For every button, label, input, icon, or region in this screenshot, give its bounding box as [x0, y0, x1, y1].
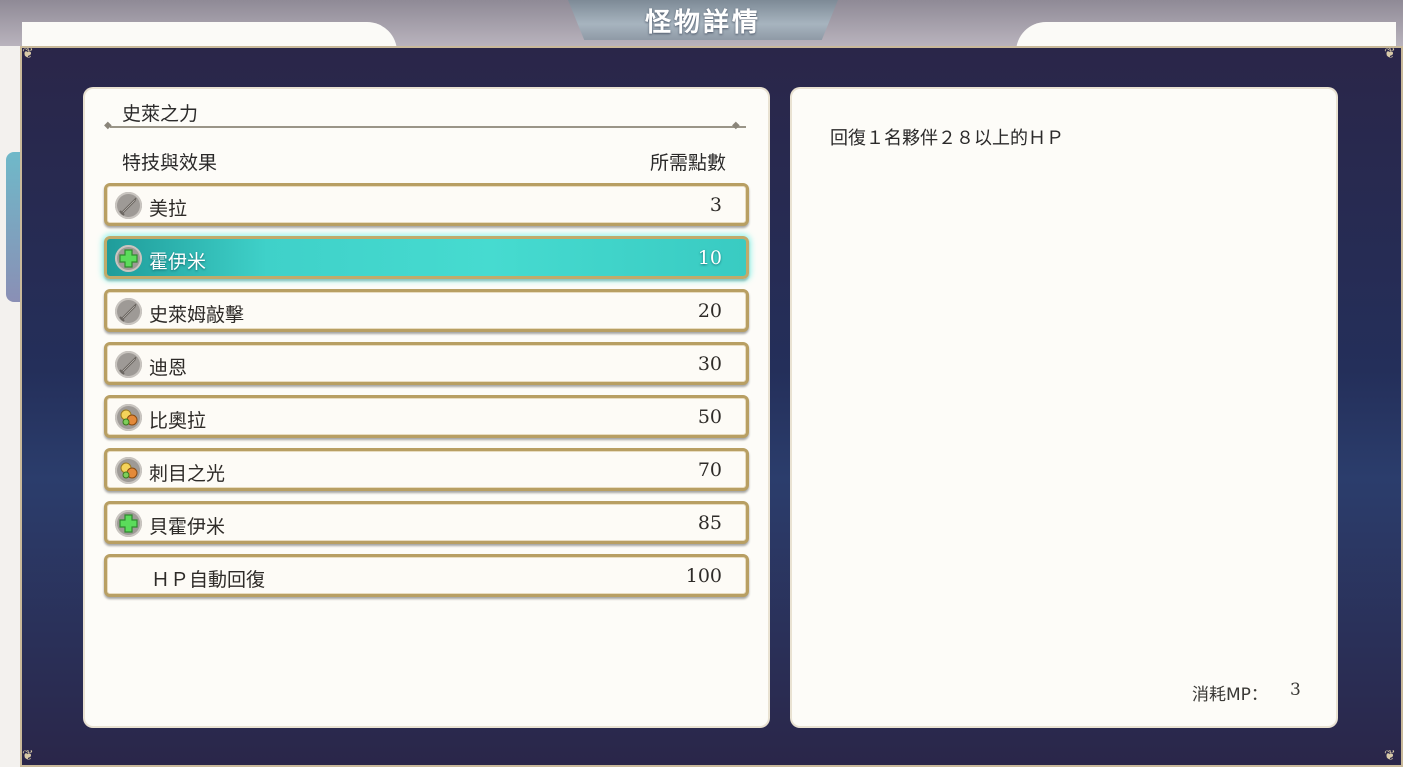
- skill-row[interactable]: 史萊姆敲擊 20: [104, 289, 749, 332]
- skill-name: 霍伊米: [149, 251, 207, 273]
- title-plate: 怪物詳情: [568, 0, 838, 40]
- sword-icon: [115, 351, 142, 378]
- buff-sparkle-icon: [115, 404, 142, 431]
- heal-cross-icon: [115, 245, 142, 272]
- skill-row[interactable]: 比奧拉 50: [104, 395, 749, 438]
- skill-name: ＨＰ自動回復: [151, 569, 266, 591]
- frame-corner-ornament: ❦: [1384, 748, 1396, 764]
- divider: [110, 126, 746, 128]
- skill-row[interactable]: 貝霍伊米 85: [104, 501, 749, 544]
- frame-corner-ornament: ❦: [22, 748, 34, 764]
- skill-points: 10: [697, 247, 722, 269]
- frame-corner-ornament: ❦: [22, 46, 34, 62]
- skill-points: 30: [697, 353, 722, 375]
- skill-description: 回復１名夥伴２８以上的ＨＰ: [830, 128, 1064, 149]
- skill-name: 比奧拉: [149, 410, 207, 432]
- left-side-tab[interactable]: [6, 152, 20, 302]
- skill-row[interactable]: 霍伊米 10: [104, 236, 749, 279]
- divider-ornament-right: ◆: [732, 120, 740, 131]
- sword-icon: [115, 298, 142, 325]
- skill-name: 刺目之光: [149, 463, 226, 485]
- mp-cost-label: 消耗MP：: [1192, 685, 1268, 705]
- skill-name: 史萊姆敲擊: [149, 304, 245, 326]
- skill-row[interactable]: ＨＰ自動回復 100: [104, 554, 749, 597]
- skill-detail-panel: [792, 89, 1336, 726]
- monster-name: 史萊之力: [122, 103, 199, 125]
- divider-ornament-left: ◆: [104, 120, 112, 131]
- skill-points: 100: [685, 565, 722, 587]
- skill-points: 3: [709, 194, 722, 216]
- skill-name: 迪恩: [149, 357, 188, 379]
- buff-sparkle-icon: [115, 457, 142, 484]
- skill-points: 70: [697, 459, 722, 481]
- screen-title: 怪物詳情: [644, 7, 761, 38]
- sword-icon: [115, 192, 142, 219]
- points-column-header: 所需點數: [650, 152, 727, 174]
- skill-row[interactable]: 迪恩 30: [104, 342, 749, 385]
- skill-name: 貝霍伊米: [149, 516, 226, 538]
- frame-corner-ornament: ❦: [1384, 46, 1396, 62]
- skill-points: 20: [697, 300, 722, 322]
- skill-points: 50: [697, 406, 722, 428]
- skill-row[interactable]: 美拉 3: [104, 183, 749, 226]
- mp-cost-value: 3: [1290, 680, 1301, 700]
- skill-row[interactable]: 刺目之光 70: [104, 448, 749, 491]
- skill-column-header: 特技與效果: [122, 152, 218, 174]
- heal-cross-icon: [115, 510, 142, 537]
- skill-name: 美拉: [149, 198, 188, 220]
- skill-points: 85: [697, 512, 722, 534]
